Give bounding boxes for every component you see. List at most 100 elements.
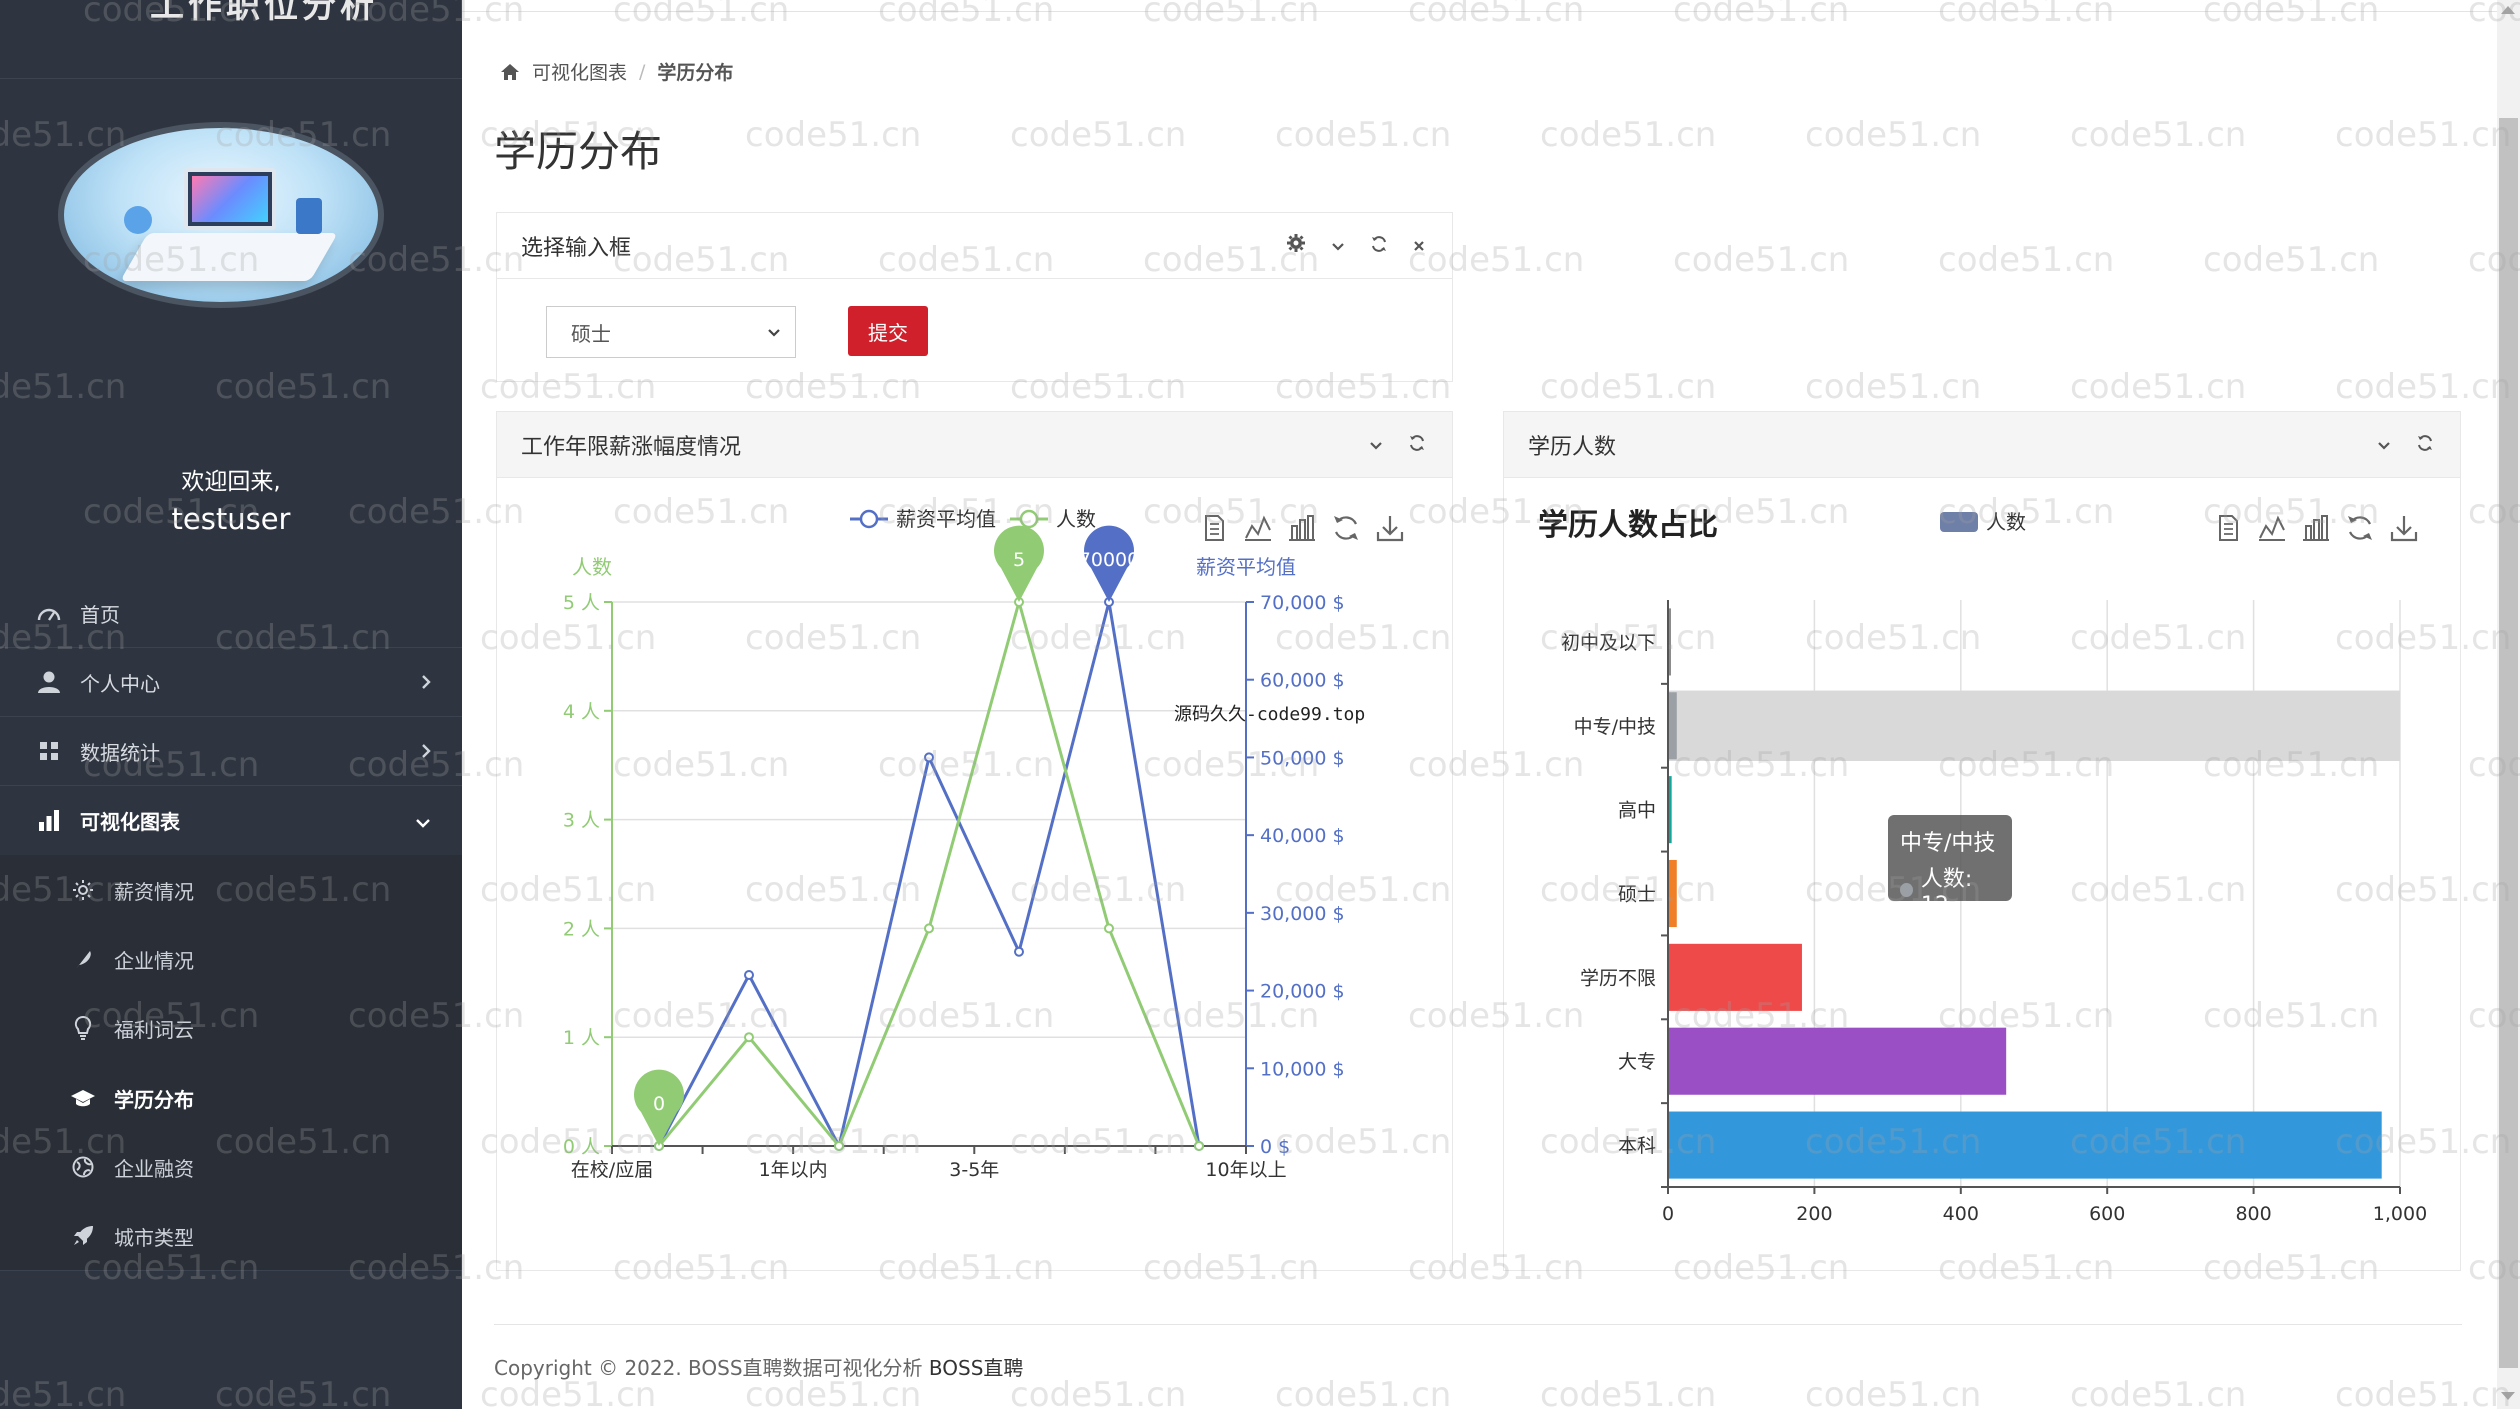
chart-toolbox xyxy=(2219,515,2418,542)
scroll-down-arrow-icon[interactable] xyxy=(2501,1392,2515,1400)
data-point xyxy=(1014,946,1024,957)
x-axis-tick-label: 600 xyxy=(2089,1203,2125,1225)
x-axis-tick-label: 800 xyxy=(2235,1203,2271,1225)
data-view-icon xyxy=(2219,515,2238,541)
footer-brand[interactable]: BOSS直聘 xyxy=(929,1356,1024,1380)
right-axis-tick-label: 30,000 $ xyxy=(1260,903,1345,925)
right-axis-tick-label: 50,000 $ xyxy=(1260,747,1345,769)
x-axis-tick-label: 1年以内 xyxy=(759,1159,828,1181)
line-chart-glyph xyxy=(1245,515,1271,539)
bar xyxy=(1668,1027,2007,1095)
y-axis-tick-label: 高中 xyxy=(1618,800,1656,822)
bar xyxy=(1668,859,1677,928)
footer-divider xyxy=(494,1324,2462,1325)
marker-pin: 70000 xyxy=(1079,525,1139,602)
legend-label: 薪资平均值 xyxy=(896,507,996,531)
legend-symbol xyxy=(1019,509,1039,529)
data-view-outline xyxy=(1205,515,1224,541)
y-axis-tick-label: 本科 xyxy=(1618,1135,1656,1157)
legend-symbol xyxy=(1940,512,1978,532)
x-axis-tick-label: 200 xyxy=(1796,1203,1832,1225)
line-chart-icon xyxy=(1245,515,1271,541)
series-line xyxy=(657,596,1201,1149)
line-chart-icon xyxy=(2259,515,2285,541)
marker-label: 0 xyxy=(653,1093,665,1115)
left-axis-tick-label: 4 人 xyxy=(563,701,600,723)
chart-title: 学历人数占比 xyxy=(1538,508,1718,543)
marker-pin: 0 xyxy=(634,1069,684,1146)
y-axis-tick-label: 中专/中技 xyxy=(1574,716,1656,738)
y-axis-tick-label: 大专 xyxy=(1618,1051,1656,1073)
download-icon xyxy=(1376,516,1404,542)
x-axis-tick-label: 3-5年 xyxy=(949,1159,999,1181)
right-axis-tick-label: 0 $ xyxy=(1260,1136,1290,1158)
x-axis-tick-label: 1,000 xyxy=(2373,1203,2427,1225)
tooltip-value: 人数: 12 xyxy=(1920,867,1973,918)
tooltip-dot xyxy=(1900,882,1913,897)
y-axis-tick-label: 初中及以下 xyxy=(1561,632,1656,654)
right-axis-tick-label: 70,000 $ xyxy=(1260,592,1345,614)
right-axis-name: 薪资平均值 xyxy=(1196,555,1296,579)
legend-symbol xyxy=(859,509,879,529)
left-axis-tick-label: 3 人 xyxy=(563,810,600,832)
data-point xyxy=(744,1032,754,1043)
marker-pin: 5 xyxy=(994,525,1044,602)
right-axis-tick-label: 10,000 $ xyxy=(1260,1058,1345,1080)
x-axis-tick-label: 在校/应届 xyxy=(571,1159,653,1181)
x-axis-tick-label: 10年以上 xyxy=(1205,1159,1286,1181)
marker-label: 5 xyxy=(1013,549,1025,571)
left-axis-tick-label: 5 人 xyxy=(563,592,600,614)
download-glyph xyxy=(2390,516,2418,542)
bar-chart-glyph xyxy=(2303,515,2329,541)
bar xyxy=(1668,692,1677,760)
restore-arrows xyxy=(2348,516,2372,540)
download-glyph xyxy=(1376,516,1404,542)
chart-toolbox xyxy=(1205,515,1404,542)
tooltip-row: 人数: 12 xyxy=(1900,861,2000,918)
data-point xyxy=(1194,1141,1204,1151)
data-view-outline xyxy=(2219,515,2238,541)
y-axis-tick-label: 学历不限 xyxy=(1580,967,1656,989)
chart-legend: 人数 xyxy=(1940,510,2026,534)
bar-chart-icon xyxy=(1289,515,1315,541)
data-point xyxy=(834,1141,844,1151)
series-line xyxy=(657,601,1201,1151)
data-point xyxy=(924,752,934,763)
download-icon xyxy=(2390,516,2418,542)
left-axis-tick-label: 2 人 xyxy=(563,918,600,940)
left-axis-name: 人数 xyxy=(572,555,612,579)
restore-arrows xyxy=(1334,516,1358,540)
data-view-lines xyxy=(1210,523,1219,535)
footer-copyright: Copyright © 2022. BOSS直聘数据可视化分析 xyxy=(494,1356,923,1380)
marker-label: 70000 xyxy=(1079,549,1139,571)
overlay-watermark-text: 源码久久-code99.top xyxy=(1174,704,1366,725)
bar-chart-icon xyxy=(2303,515,2329,541)
bar xyxy=(1668,1111,2382,1179)
line-chart-glyph xyxy=(2259,515,2285,539)
x-axis-tick-label: 0 xyxy=(1662,1203,1674,1225)
restore-icon xyxy=(1334,516,1358,540)
footer: Copyright © 2022. BOSS直聘数据可视化分析 BOSS直聘 xyxy=(494,1352,1023,1381)
data-view-lines xyxy=(2224,523,2233,535)
right-axis-tick-label: 60,000 $ xyxy=(1260,670,1345,692)
tooltip-title: 中专/中技 xyxy=(1900,831,1996,856)
chart-legend[interactable]: 薪资平均值 人数 xyxy=(850,507,1096,531)
left-axis-tick-label: 0 人 xyxy=(563,1136,600,1158)
bar-chart-glyph xyxy=(1289,515,1315,541)
chart-tooltip: 中专/中技 人数: 12 xyxy=(1888,815,2012,918)
scroll-up-arrow-icon[interactable] xyxy=(2501,6,2515,14)
y-axis-tick-label: 硕士 xyxy=(1618,884,1656,906)
data-point xyxy=(924,923,934,934)
data-point xyxy=(744,970,754,981)
legend-label: 人数 xyxy=(1986,510,2026,534)
right-axis-tick-label: 20,000 $ xyxy=(1260,981,1345,1003)
scrollbar-thumb[interactable] xyxy=(2499,118,2518,1368)
data-view-icon xyxy=(1205,515,1224,541)
x-axis-tick-label: 400 xyxy=(1943,1203,1979,1225)
bar xyxy=(1668,943,1802,1011)
data-point xyxy=(1104,923,1114,934)
left-axis-tick-label: 1 人 xyxy=(563,1027,600,1049)
bar-highlight-band xyxy=(1668,690,2400,762)
right-axis-tick-label: 40,000 $ xyxy=(1260,825,1345,847)
legend-label: 人数 xyxy=(1056,507,1096,531)
